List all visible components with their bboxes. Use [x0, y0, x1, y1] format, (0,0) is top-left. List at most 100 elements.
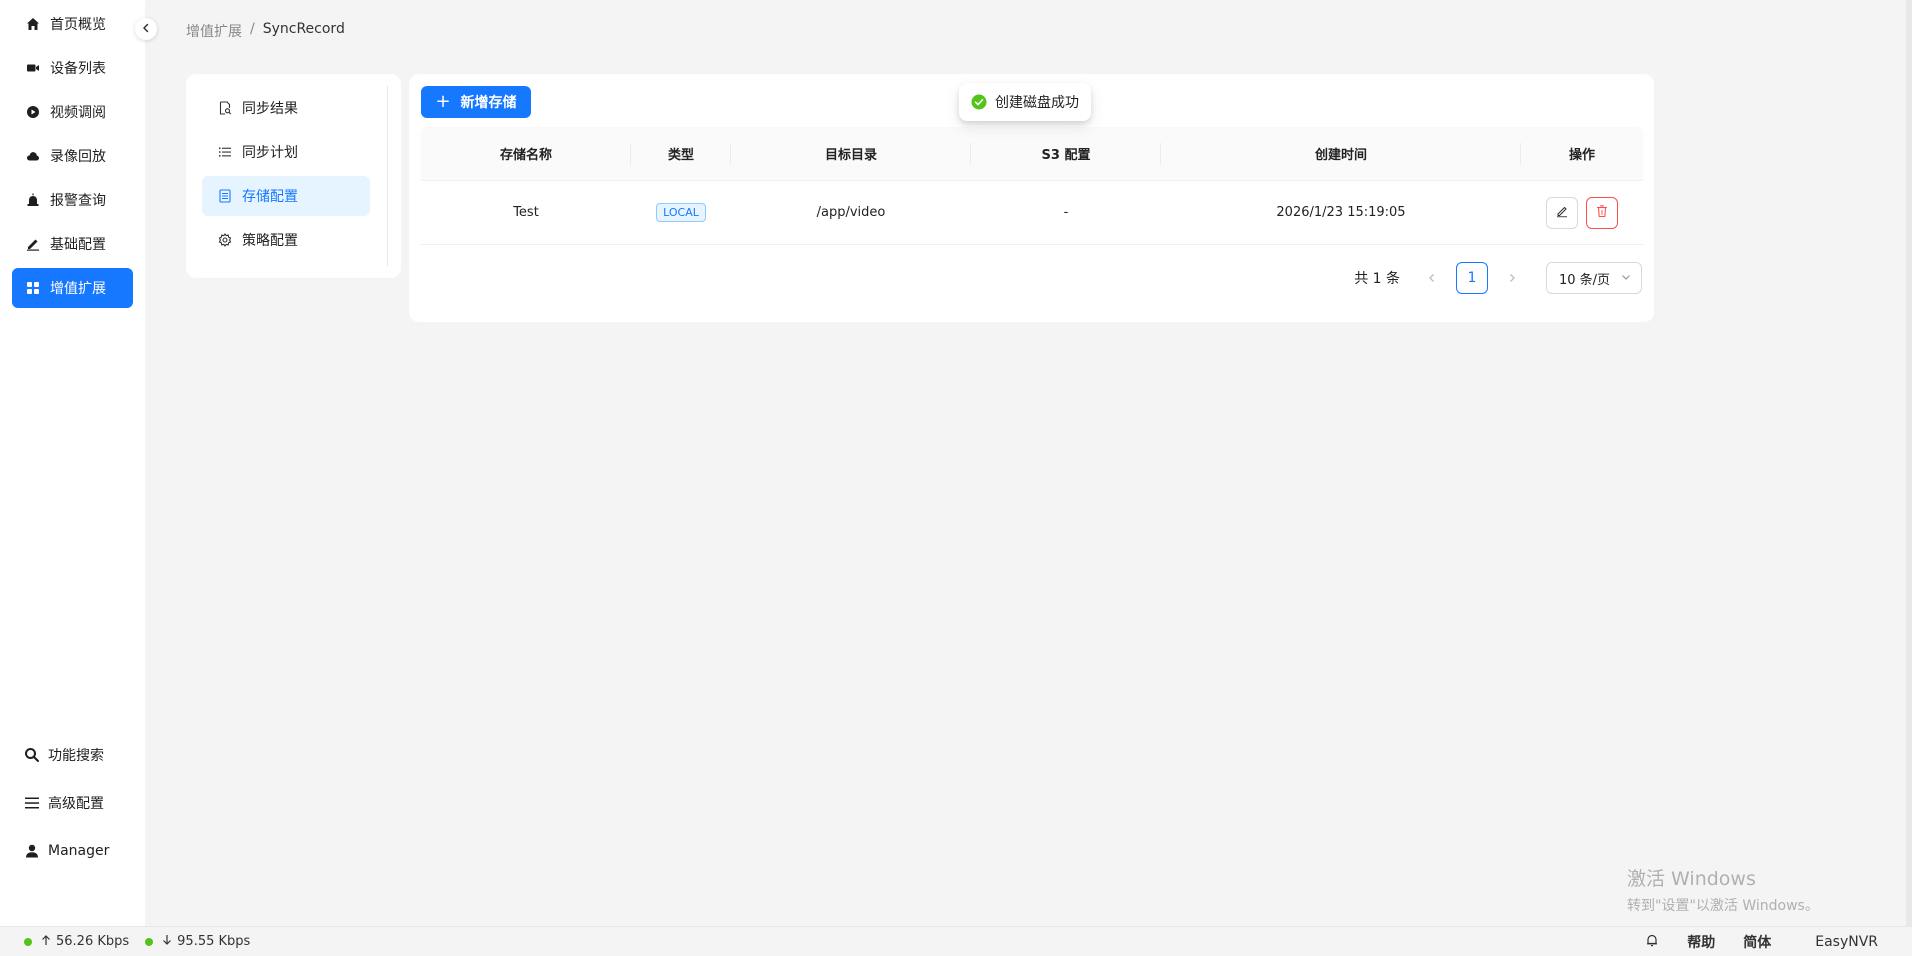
page-size-value: 10 条/页: [1559, 272, 1611, 288]
chevron-down-icon: [1621, 271, 1631, 286]
submenu-item-sync-plan[interactable]: 同步计划: [202, 132, 370, 172]
table-header: 存储名称 类型 目标目录 S3 配置 创建时间 操作: [421, 127, 1643, 181]
edit-button[interactable]: [1546, 196, 1578, 229]
status-actions: 帮助 简体 EasyNVR: [1645, 927, 1878, 956]
advanced-config[interactable]: 高级配置: [24, 792, 104, 814]
arrow-down-icon: [161, 934, 173, 950]
search-icon: [24, 747, 40, 763]
status-dot: [145, 937, 154, 946]
language-switch[interactable]: 简体: [1743, 932, 1771, 952]
submenu-item-label: 同步结果: [242, 101, 298, 117]
breadcrumb-current: SyncRecord: [262, 21, 345, 37]
play-circle-icon: [26, 105, 40, 119]
nav-item-label: 增值扩展: [50, 281, 106, 297]
next-page-button[interactable]: [1498, 262, 1526, 294]
chevron-left-icon: [141, 21, 151, 37]
success-toast: 创建磁盘成功: [959, 83, 1091, 121]
upload-stat: 56.26 Kbps: [24, 934, 129, 950]
breadcrumb-parent[interactable]: 增值扩展: [186, 21, 242, 41]
column-header: S3 配置: [971, 144, 1161, 163]
bottom-item-label: 高级配置: [48, 796, 104, 812]
sidebar: 首页概览 设备列表 视频调阅 录像回放 报警查询 基础配置 增值扩展 功能搜索 …: [0, 0, 145, 926]
nav-item-home[interactable]: 首页概览: [12, 4, 133, 44]
storage-name-cell: Test: [513, 205, 539, 220]
edit-icon: [26, 237, 40, 251]
brand-name: EasyNVR: [1815, 934, 1878, 950]
bottom-item-label: 功能搜索: [48, 748, 104, 764]
alarm-icon: [26, 193, 40, 207]
column-header: 存储名称: [421, 144, 631, 163]
download-stat: 95.55 Kbps: [145, 934, 250, 950]
breadcrumb: 增值扩展 / SyncRecord: [186, 21, 345, 41]
submenu-card: 同步结果 同步计划 存储配置 策略配置: [186, 74, 401, 278]
download-rate: 95.55 Kbps: [177, 934, 251, 949]
page-scrollbar[interactable]: [1906, 0, 1912, 926]
cloud-icon: [26, 149, 40, 163]
column-header: 操作: [1568, 148, 1595, 163]
home-icon: [26, 17, 40, 31]
actions-cell: [1521, 196, 1643, 229]
storage-table: 存储名称 类型 目标目录 S3 配置 创建时间 操作 Test LOCAL /a…: [421, 127, 1643, 245]
target-dir-cell: /app/video: [816, 205, 886, 220]
user-menu[interactable]: Manager: [24, 840, 109, 862]
column-header: 目标目录: [731, 144, 971, 163]
submenu-item-storage-config[interactable]: 存储配置: [202, 176, 370, 216]
nav-item-basic-config[interactable]: 基础配置: [12, 224, 133, 264]
menu-icon: [24, 795, 40, 811]
sidebar-collapse-button[interactable]: [135, 18, 157, 40]
add-storage-button[interactable]: + 新增存储: [421, 86, 531, 118]
feature-search[interactable]: 功能搜索: [24, 744, 104, 766]
watermark-line2: 转到"设置"以激活 Windows。: [1627, 898, 1819, 914]
nav-item-alarm[interactable]: 报警查询: [12, 180, 133, 220]
camera-icon: [26, 61, 40, 75]
arrow-up-icon: [40, 934, 52, 950]
table-row: Test LOCAL /app/video - 2026/1/23 15:19:…: [421, 181, 1643, 245]
pagination-total: 共 1 条: [1354, 271, 1400, 287]
submenu-item-policy-config[interactable]: 策略配置: [202, 220, 370, 260]
list-icon: [218, 145, 232, 159]
bottom-item-label: Manager: [48, 843, 110, 859]
file-search-icon: [218, 101, 232, 115]
submenu-item-label: 策略配置: [242, 233, 298, 249]
upload-rate: 56.26 Kbps: [56, 934, 130, 949]
chevron-left-icon: [1429, 274, 1434, 282]
delete-button[interactable]: [1586, 196, 1618, 229]
edit-icon: [1555, 204, 1569, 222]
nav-item-playback[interactable]: 录像回放: [12, 136, 133, 176]
nav-item-label: 视频调阅: [50, 105, 106, 121]
help-link[interactable]: 帮助: [1687, 932, 1715, 952]
pagination: 共 1 条 1 10 条/页: [1354, 262, 1642, 294]
watermark-line1: 激活 Windows: [1627, 868, 1756, 890]
submenu-item-label: 存储配置: [242, 189, 298, 205]
submenu-item-label: 同步计划: [242, 145, 298, 161]
s3-config-cell: -: [1063, 205, 1069, 220]
page-number-button[interactable]: 1: [1456, 262, 1488, 294]
nav-item-video[interactable]: 视频调阅: [12, 92, 133, 132]
nav-item-label: 基础配置: [50, 237, 106, 253]
submenu-item-sync-results[interactable]: 同步结果: [202, 88, 370, 128]
nav-item-label: 录像回放: [50, 149, 106, 165]
page-size-select[interactable]: 10 条/页: [1546, 262, 1642, 294]
storage-type-cell: LOCAL: [631, 203, 731, 222]
submenu-divider: [387, 86, 388, 266]
status-dot: [24, 937, 32, 946]
created-time-cell: 2026/1/23 15:19:05: [1276, 205, 1406, 220]
toast-message: 创建磁盘成功: [995, 95, 1079, 111]
nav-item-extensions[interactable]: 增值扩展: [12, 268, 133, 308]
trash-icon: [1595, 204, 1609, 222]
chevron-right-icon: [1510, 274, 1515, 282]
windows-activation-watermark: 激活 Windows 转到"设置"以激活 Windows。: [1627, 864, 1819, 915]
column-header: 类型: [631, 144, 731, 163]
user-icon: [24, 843, 40, 859]
add-storage-label: 新增存储: [460, 95, 517, 111]
status-bar: 56.26 Kbps 95.55 Kbps 帮助 简体 EasyNVR: [0, 926, 1912, 956]
storage-icon: [218, 189, 232, 203]
nav-item-devices[interactable]: 设备列表: [12, 48, 133, 88]
check-circle-icon: [971, 94, 987, 110]
apps-icon: [26, 281, 40, 295]
nav-item-label: 首页概览: [50, 17, 106, 33]
nav-item-label: 报警查询: [50, 193, 106, 209]
breadcrumb-separator: /: [250, 21, 255, 37]
prev-page-button[interactable]: [1418, 262, 1446, 294]
bell-icon[interactable]: [1645, 933, 1659, 951]
